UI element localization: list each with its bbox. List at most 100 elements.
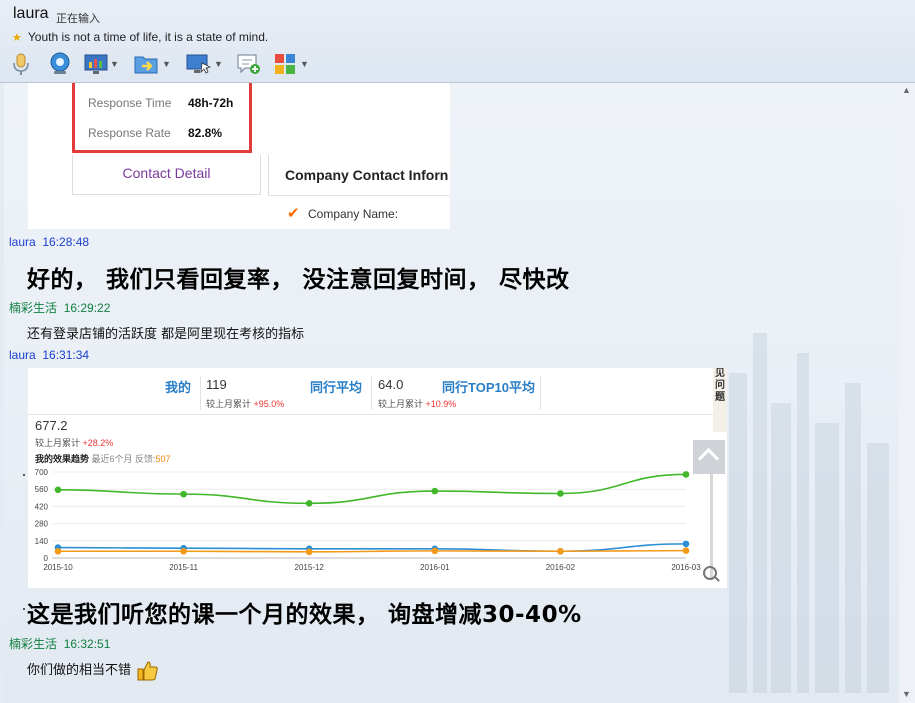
message-time: 16:28:48	[42, 235, 90, 249]
bullet-icon	[23, 608, 25, 610]
y-tick-label: 0	[44, 554, 49, 563]
series-line	[58, 549, 687, 553]
chevron-down-icon[interactable]: ▼	[110, 59, 119, 69]
sender-name: laura	[9, 235, 36, 249]
message-meta: 楠彩生活 16:29:22	[9, 299, 110, 316]
divider	[200, 376, 201, 410]
my-label: 我的	[165, 380, 192, 395]
divider	[371, 376, 372, 410]
top10-label: 同行TOP10平均	[442, 380, 535, 395]
chart-divider	[710, 474, 713, 580]
x-tick-label: 2015-11	[169, 563, 198, 572]
chat-header: laura 正在输入 ★ Youth is not a time of life,…	[0, 0, 915, 83]
data-point	[557, 547, 564, 555]
remote-desktop-button[interactable]: ▼	[186, 52, 223, 76]
data-point	[305, 545, 313, 553]
x-tick-label: 2016-01	[420, 563, 450, 572]
data-point	[682, 547, 690, 554]
my-value: 119	[206, 377, 227, 392]
apps-button[interactable]: ▼	[274, 52, 309, 76]
y-tick-label: 560	[35, 485, 49, 494]
response-rate-value: 82.8%	[188, 126, 223, 140]
voice-button[interactable]	[10, 52, 32, 76]
send-file-button[interactable]: ▼	[134, 52, 171, 76]
my-change: 较上月累计 +95.0%	[206, 399, 285, 409]
data-point	[431, 545, 439, 553]
message-text: 好的， 我们只看回复率， 没注意回复时间， 尽快改	[27, 267, 570, 293]
thumbs-up-icon	[137, 660, 158, 680]
industry-avg-change: 较上月累计 +10.9%	[378, 399, 457, 409]
chevron-down-icon[interactable]: ▼	[214, 59, 223, 69]
divider	[268, 195, 450, 196]
divider	[28, 414, 713, 415]
x-tick-label: 2016-03	[671, 563, 701, 572]
divider	[540, 376, 541, 410]
checkmark-icon: ✔	[287, 205, 300, 222]
video-button[interactable]	[48, 52, 72, 76]
skyline-background	[729, 333, 889, 693]
chat-history[interactable]: Response Time 48h-72h Response Rate 82.8…	[4, 83, 899, 703]
contact-signature: ★ Youth is not a time of life, it is a st…	[12, 30, 268, 44]
screen-share-button[interactable]: ▼	[84, 52, 119, 76]
scrollbar[interactable]: ▲ ▼	[899, 83, 915, 703]
company-contact-title: Company Contact Inforn	[285, 167, 449, 183]
webcam-icon	[50, 52, 70, 74]
y-tick-label: 420	[35, 502, 49, 511]
chevron-down-icon[interactable]: ▼	[300, 59, 309, 69]
sender-name: 楠彩生活	[9, 637, 58, 651]
signature-text: Youth is not a time of life, it is a sta…	[27, 30, 269, 44]
message-time: 16:31:34	[42, 348, 90, 362]
y-tick-label: 140	[35, 537, 49, 546]
contact-name: laura	[13, 5, 49, 22]
send-file-icon	[134, 56, 158, 74]
message-text: 你们做的相当不错	[27, 663, 132, 678]
sender-name: 楠彩生活	[9, 301, 58, 315]
top10-change: 较上月累计 +28.2%	[35, 438, 114, 448]
zoom-in-icon	[703, 566, 717, 580]
industry-avg-value: 64.0	[378, 377, 404, 392]
screen-share-icon	[84, 54, 108, 74]
data-point	[180, 490, 187, 498]
message-text: 还有登录店铺的活跃度 都是阿里现在考核的指标	[27, 327, 305, 342]
data-point	[54, 547, 62, 555]
data-point	[682, 540, 690, 548]
message-time: 16:32:51	[63, 637, 111, 651]
x-tick-label: 2015-12	[295, 563, 325, 572]
chevron-down-icon[interactable]: ▼	[162, 59, 171, 69]
bullet-icon	[23, 474, 25, 476]
message-meta: 楠彩生活 16:32:51	[9, 635, 110, 652]
company-name-label: Company Name:	[308, 207, 399, 221]
apps-icon	[275, 54, 295, 74]
data-point	[305, 500, 313, 507]
response-stats-image: Response Time 48h-72h Response Rate 82.8…	[28, 83, 450, 229]
message-meta: laura 16:31:34	[9, 348, 89, 362]
highlight-box	[72, 83, 252, 153]
remote-desktop-icon	[186, 54, 212, 74]
message-row: 你们做的相当不错	[27, 659, 159, 682]
x-tick-label: 2016-02	[546, 563, 576, 572]
scroll-top-icon	[693, 440, 725, 474]
message-time: 16:29:22	[63, 301, 111, 315]
typing-status: 正在输入	[56, 13, 100, 25]
trend-title: 我的效果趋势 最近6个月 反馈:507	[35, 454, 171, 464]
data-point	[557, 547, 564, 555]
effect-trend-image: 我的 119 较上月累计 +95.0% 同行平均 64.0 较上月累计 +10.…	[28, 368, 727, 588]
series-line	[57, 473, 687, 505]
series-line	[57, 543, 687, 553]
y-tick-label: 700	[35, 468, 49, 477]
message-add-button[interactable]	[236, 52, 262, 76]
side-tab: 见问题	[713, 368, 727, 432]
sender-name: laura	[9, 348, 36, 362]
microphone-icon	[13, 53, 29, 75]
scroll-down-icon[interactable]: ▼	[902, 689, 911, 699]
data-point	[557, 490, 564, 497]
industry-avg-label: 同行平均	[310, 380, 363, 395]
x-tick-label: 2015-10	[43, 563, 73, 572]
response-time-value: 48h-72h	[188, 96, 234, 110]
message-meta: laura 16:28:48	[9, 235, 89, 249]
y-tick-label: 280	[35, 520, 49, 529]
data-point	[431, 547, 439, 555]
scroll-up-icon[interactable]: ▲	[902, 85, 911, 95]
star-icon: ★	[12, 32, 22, 44]
response-rate-label: Response Rate	[88, 126, 171, 140]
